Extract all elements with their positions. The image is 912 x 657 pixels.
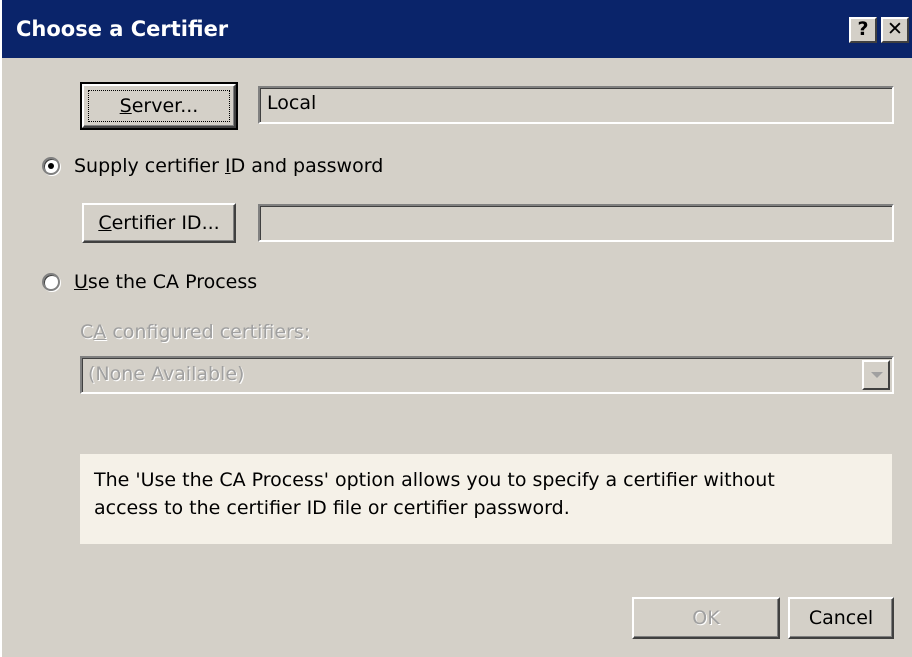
- dialog-title: Choose a Certifier: [16, 17, 229, 41]
- chevron-down-icon: [871, 372, 883, 378]
- title-bar[interactable]: Choose a Certifier ? ✕: [2, 0, 912, 58]
- info-text-line-1: The 'Use the CA Process' option allows y…: [94, 469, 775, 491]
- cancel-button[interactable]: Cancel: [788, 597, 894, 639]
- ok-button-label: OK: [692, 607, 720, 629]
- supply-certifier-radio[interactable]: [42, 157, 60, 175]
- ok-button[interactable]: OK: [632, 597, 780, 639]
- help-icon: ?: [857, 18, 869, 40]
- certifier-id-button-label: Certifier ID...: [98, 212, 220, 234]
- ca-certifiers-selected: (None Available): [88, 363, 245, 385]
- info-text-line-2: access to the certifier ID file or certi…: [94, 497, 570, 519]
- close-icon: ✕: [887, 18, 903, 40]
- ca-process-radio[interactable]: [42, 273, 60, 291]
- ca-certifiers-label: CA configured certifiers:: [80, 321, 311, 343]
- cancel-button-label: Cancel: [808, 607, 874, 629]
- server-button[interactable]: Server...: [80, 82, 238, 130]
- dropdown-arrow-button[interactable]: [862, 360, 890, 390]
- help-button[interactable]: ?: [849, 17, 877, 43]
- server-value: Local: [267, 92, 317, 114]
- server-button-label: Server...: [119, 95, 199, 117]
- info-panel: The 'Use the CA Process' option allows y…: [80, 454, 892, 544]
- ca-process-option[interactable]: Use the CA Process: [42, 271, 257, 293]
- supply-certifier-label: Supply certifier ID and password: [74, 155, 384, 177]
- certifier-id-button[interactable]: Certifier ID...: [82, 203, 236, 243]
- server-field: Local: [258, 86, 894, 124]
- choose-certifier-dialog: Choose a Certifier ? ✕ Server... Local S…: [0, 0, 912, 657]
- supply-certifier-option[interactable]: Supply certifier ID and password: [42, 155, 383, 177]
- close-button[interactable]: ✕: [881, 17, 909, 43]
- ca-certifiers-dropdown[interactable]: (None Available): [80, 356, 894, 394]
- certifier-id-field: [258, 204, 894, 242]
- ca-process-label: Use the CA Process: [74, 271, 258, 293]
